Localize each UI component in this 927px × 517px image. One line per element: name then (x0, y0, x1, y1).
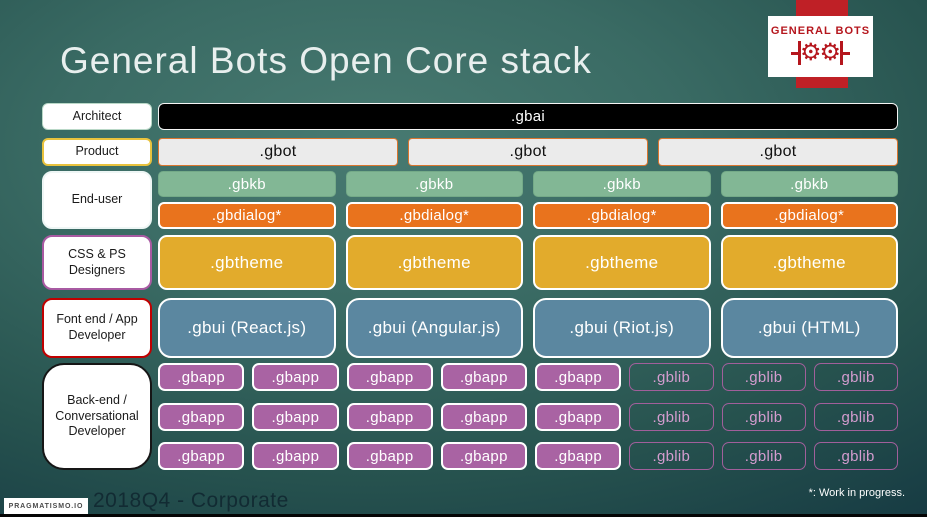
stack-box-gbkb: .gbkb (158, 171, 336, 197)
page-title: General Bots Open Core stack (60, 40, 592, 81)
stack-box-gbot: .gbot (158, 138, 398, 166)
pragmatismo-brand-badge: PRAGMATISMO.IO (4, 498, 88, 515)
role-label-frontend-developer: Font end / App Developer (42, 298, 152, 358)
work-in-progress-note: *: Work in progress. (808, 487, 905, 499)
stack-box-gbdialog: .gbdialog* (345, 202, 523, 229)
row-gbtheme: .gbtheme .gbtheme .gbtheme .gbtheme (158, 235, 898, 290)
general-bots-logo: GENERAL BOTS ⚙ ⚙ (768, 16, 873, 77)
role-label-end-user: End-user (42, 171, 152, 229)
stack-box-gbapp: .gbapp (158, 442, 245, 470)
row-backend-2: .gbapp .gbapp .gbapp .gbapp .gbapp .gbli… (158, 403, 898, 431)
stack-box-gbkb: .gbkb (345, 171, 523, 197)
stack-box-gblib: .gblib (813, 363, 898, 391)
stack-box-gbapp: .gbapp (535, 363, 622, 391)
row-gbkb: .gbkb .gbkb .gbkb .gbkb (158, 171, 898, 197)
role-label-backend-developer: Back-end / Conversational Developer (42, 363, 152, 470)
stack-box-gbapp: .gbapp (440, 403, 527, 431)
stack-box-gbdialog: .gbdialog* (533, 202, 711, 229)
row-gbot: .gbot .gbot .gbot (158, 138, 898, 166)
gear-axle-left (790, 51, 798, 55)
gears-icon: ⚙ ⚙ (790, 38, 851, 68)
stack-box-gbtheme: .gbtheme (158, 235, 336, 290)
stack-box-gbkb: .gbkb (533, 171, 711, 197)
stack-box-gbapp: .gbapp (535, 442, 622, 470)
stack-box-gbai: .gbai (158, 103, 898, 130)
stack-box-gblib: .gblib (721, 363, 806, 391)
stack-box-gbtheme: .gbtheme (345, 235, 523, 290)
stack-box-gbui-react: .gbui (React.js) (158, 298, 336, 358)
stack-box-gbot: .gbot (408, 138, 648, 166)
role-label-css-ps-designers: CSS & PS Designers (42, 235, 152, 290)
gear-icon: ⚙ (799, 39, 822, 66)
stack-box-gbapp: .gbapp (158, 363, 245, 391)
stack-box-gblib: .gblib (813, 442, 898, 470)
stack-box-gbdialog: .gbdialog* (158, 202, 336, 229)
stack-box-gbdialog: .gbdialog* (720, 202, 898, 229)
stack-box-gbui-angular: .gbui (Angular.js) (345, 298, 523, 358)
stack-box-gbapp: .gbapp (252, 442, 339, 470)
stack-box-gbkb: .gbkb (720, 171, 898, 197)
stack-box-gbtheme: .gbtheme (720, 235, 898, 290)
stack-box-gbapp: .gbapp (440, 442, 527, 470)
gear-icon: ⚙ (819, 39, 842, 66)
stack-box-gbui-html: .gbui (HTML) (720, 298, 898, 358)
stack-box-gblib: .gblib (629, 363, 714, 391)
stack-box-gbui-riot: .gbui (Riot.js) (533, 298, 711, 358)
row-gbdialog: .gbdialog* .gbdialog* .gbdialog* .gbdial… (158, 202, 898, 229)
stack-box-gbapp: .gbapp (346, 363, 433, 391)
stack-box-gblib: .gblib (629, 442, 714, 470)
stack-box-gblib: .gblib (629, 403, 714, 431)
row-backend-3: .gbapp .gbapp .gbapp .gbapp .gbapp .gbli… (158, 442, 898, 470)
role-label-architect: Architect (42, 103, 152, 130)
stack-box-gbapp: .gbapp (252, 403, 339, 431)
stack-box-gbapp: .gbapp (158, 403, 245, 431)
stack-box-gbapp: .gbapp (346, 442, 433, 470)
stack-box-gblib: .gblib (721, 403, 806, 431)
role-label-product: Product (42, 138, 152, 166)
stack-box-gblib: .gblib (721, 442, 806, 470)
stack-box-gbapp: .gbapp (252, 363, 339, 391)
stack-box-gbapp: .gbapp (535, 403, 622, 431)
slide-footer: 2018Q4 - Corporate (93, 489, 289, 512)
gear-axle-right (843, 51, 851, 55)
stack-box-gbot: .gbot (658, 138, 898, 166)
stack-box-gbtheme: .gbtheme (533, 235, 711, 290)
row-gbai: .gbai (158, 103, 898, 130)
row-gbui: .gbui (React.js) .gbui (Angular.js) .gbu… (158, 298, 898, 358)
row-backend-1: .gbapp .gbapp .gbapp .gbapp .gbapp .gbli… (158, 363, 898, 391)
logo-wordmark: GENERAL BOTS (770, 25, 871, 37)
slide-canvas: General Bots Open Core stack GENERAL BOT… (0, 0, 927, 517)
stack-box-gblib: .gblib (813, 403, 898, 431)
stack-box-gbapp: .gbapp (440, 363, 527, 391)
stack-box-gbapp: .gbapp (346, 403, 433, 431)
